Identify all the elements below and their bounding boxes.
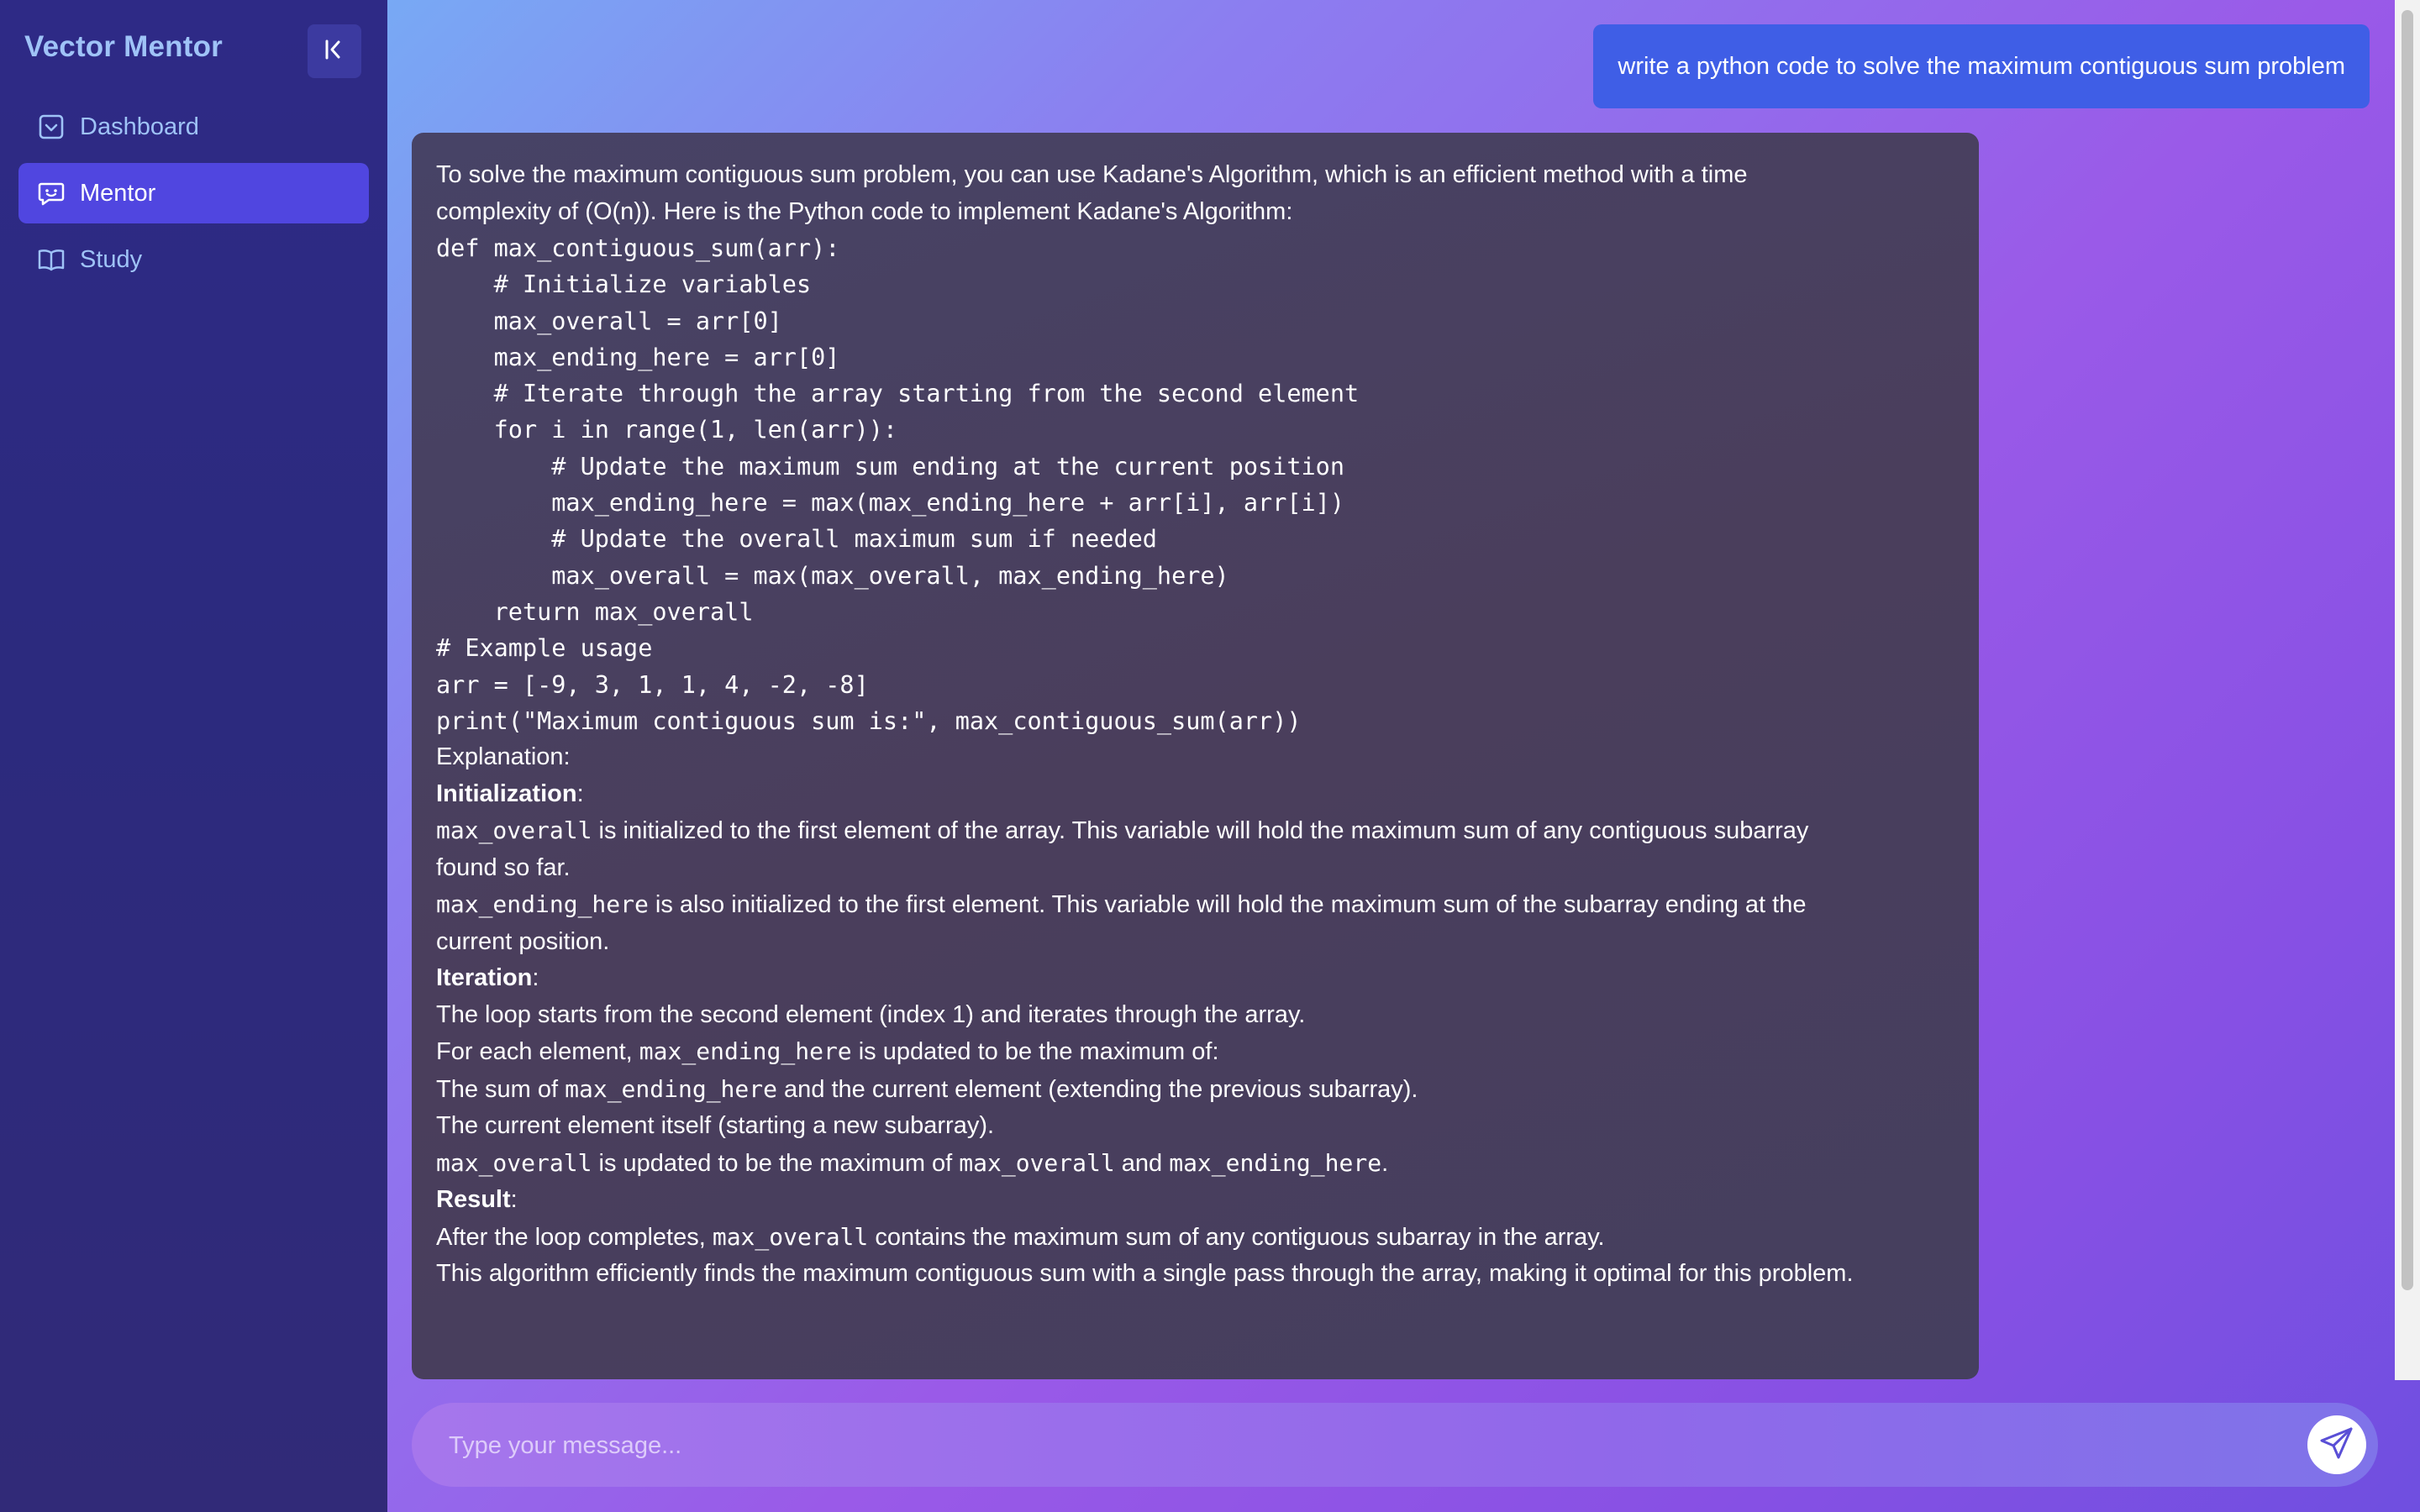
init-line-1-cont: found so far. [436, 853, 571, 881]
send-button[interactable] [2307, 1415, 2366, 1474]
iter-line-5: max_overall is updated to be the maximum… [436, 1145, 1954, 1183]
initialization-heading-row: Initialization: [436, 776, 1954, 813]
code-line: arr = [-9, 3, 1, 1, 4, -2, -8] [436, 670, 869, 699]
sidebar-item-label: Dashboard [80, 113, 199, 140]
collapse-left-icon [322, 37, 347, 66]
sidebar-nav: Dashboard Mentor Study [18, 97, 369, 296]
assistant-message: To solve the maximum contiguous sum prob… [412, 133, 1979, 1379]
code-line: max_overall = arr[0] [436, 307, 782, 335]
init-line-2-cont: current position. [436, 927, 610, 955]
inline-code: max_overall [712, 1222, 869, 1251]
text-span: The sum of [436, 1075, 566, 1103]
heading-colon: : [532, 964, 539, 992]
code-line: def max_contiguous_sum(arr): [436, 234, 840, 262]
message-input-bar [412, 1403, 2378, 1488]
code-line: # Initialize variables [436, 270, 812, 299]
code-line: # Example usage [436, 634, 653, 663]
text-span: is initialized to the first element of t… [592, 817, 1809, 845]
explanation-label: Explanation: [436, 743, 571, 771]
sidebar-item-study[interactable]: Study [18, 229, 369, 290]
init-line-2: max_ending_here is also initialized to t… [436, 886, 1954, 924]
code-line: max_ending_here = arr[0] [436, 343, 840, 371]
sidebar-item-label: Mentor [80, 179, 156, 207]
code-line: for i in range(1, len(arr)): [436, 416, 898, 444]
user-message: write a python code to solve the maximum… [1593, 24, 2370, 108]
inline-code: max_overall [959, 1148, 1115, 1177]
inline-code: max_ending_here [639, 1037, 852, 1066]
code-line: # Iterate through the array starting fro… [436, 380, 1360, 408]
iter-line-2: For each element, max_ending_here is upd… [436, 1033, 1954, 1071]
chat-area: write a python code to solve the maximum… [387, 0, 2420, 1512]
inline-code: max_overall [436, 1148, 592, 1177]
chat-scrollbar[interactable] [2395, 0, 2420, 1380]
text-span: and the current element (extending the p… [777, 1075, 1418, 1103]
inline-code: max_ending_here [1169, 1148, 1382, 1177]
send-icon [2318, 1425, 2355, 1466]
dashboard-icon [36, 112, 66, 142]
inline-code: max_ending_here [436, 890, 649, 919]
text-span: After the loop completes, [436, 1223, 713, 1251]
code-line: # Update the maximum sum ending at the c… [436, 452, 1344, 480]
text-span: is updated to be the maximum of [592, 1149, 960, 1177]
text-span: is also initialized to the first element… [648, 891, 1807, 919]
initialization-heading: Initialization [436, 780, 577, 807]
collapse-sidebar-button[interactable] [308, 24, 361, 78]
text-span: is updated to be the maximum of: [851, 1038, 1219, 1066]
sidebar-item-mentor[interactable]: Mentor [18, 163, 369, 223]
init-line-1: max_overall is initialized to the first … [436, 812, 1954, 850]
code-line: max_overall = max(max_overall, max_endin… [436, 561, 1229, 590]
code-line: return max_overall [436, 597, 754, 626]
text-span: . [1381, 1149, 1389, 1177]
chat-icon [36, 178, 66, 208]
sidebar-item-dashboard[interactable]: Dashboard [18, 97, 369, 157]
heading-colon: : [510, 1186, 518, 1214]
inline-code: max_ending_here [565, 1074, 777, 1103]
result-heading: Result [436, 1186, 511, 1214]
iter-line-3: The sum of max_ending_here and the curre… [436, 1071, 1954, 1109]
code-line: # Update the overall maximum sum if need… [436, 525, 1157, 554]
sidebar-item-label: Study [80, 245, 143, 273]
result-line-2: This algorithm efficiently finds the max… [436, 1260, 1854, 1288]
book-icon [36, 244, 66, 275]
sidebar: Vector Mentor Dashboard Mentor Study [0, 0, 387, 1512]
message-input[interactable] [447, 1403, 2282, 1488]
result-heading-row: Result: [436, 1182, 1954, 1219]
code-line: max_ending_here = max(max_ending_here + … [436, 489, 1344, 517]
iteration-heading: Iteration [436, 964, 533, 992]
scrollbar-thumb[interactable] [2402, 10, 2413, 1290]
iter-line-1: The loop starts from the second element … [436, 1000, 1306, 1028]
intro-text: complexity of (O(n)). Here is the Python… [436, 197, 1293, 225]
text-span: and [1114, 1149, 1170, 1177]
text-span: For each element, [436, 1038, 639, 1066]
intro-text: To solve the maximum contiguous sum prob… [436, 161, 1748, 188]
result-line-1: After the loop completes, max_overall co… [436, 1219, 1954, 1257]
code-block: def max_contiguous_sum(arr): # Initializ… [436, 230, 1954, 739]
brand-title: Vector Mentor [24, 30, 223, 63]
iteration-heading-row: Iteration: [436, 960, 1954, 997]
inline-code: max_overall [436, 816, 592, 845]
code-line: print("Maximum contiguous sum is:", max_… [436, 706, 1302, 735]
heading-colon: : [576, 780, 584, 807]
iter-line-4: The current element itself (starting a n… [436, 1112, 995, 1140]
text-span: contains the maximum sum of any contiguo… [868, 1223, 1605, 1251]
